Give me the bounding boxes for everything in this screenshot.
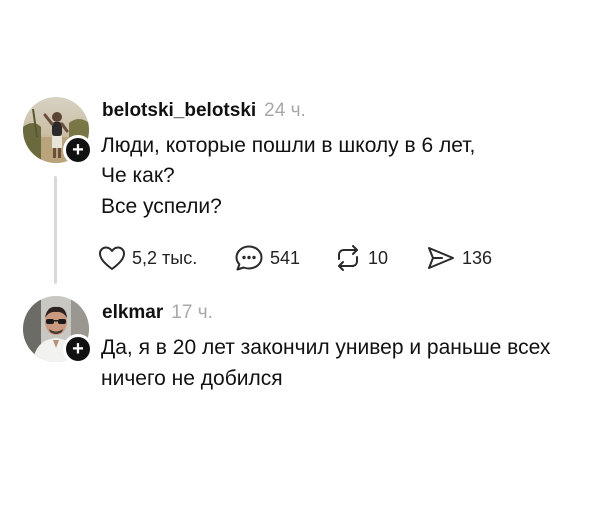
post-text-line: ничего не добился bbox=[101, 367, 283, 390]
post-text-line: Да, я в 20 лет закончил универ и раньше … bbox=[101, 336, 551, 359]
heart-icon bbox=[99, 246, 125, 270]
post: + belotski_belotski 24 ч. Люди, которые … bbox=[0, 0, 600, 290]
post-header: elkmar 17 ч. bbox=[102, 302, 213, 324]
send-icon bbox=[428, 247, 454, 269]
username[interactable]: belotski_belotski bbox=[102, 100, 256, 122]
timestamp: 17 ч. bbox=[171, 302, 213, 323]
post-actions-bar: 5,2 тыс. 541 10 136 bbox=[98, 240, 492, 276]
follow-plus-button[interactable]: + bbox=[63, 334, 93, 364]
thread-connector-line bbox=[54, 176, 57, 284]
comment-button[interactable]: 541 bbox=[234, 244, 334, 272]
share-button[interactable]: 136 bbox=[426, 245, 492, 271]
repost-count: 10 bbox=[368, 247, 389, 268]
avatar-container: + bbox=[23, 296, 93, 364]
avatar-container: + bbox=[23, 97, 93, 165]
comment-bubble-icon bbox=[235, 245, 263, 271]
follow-plus-button[interactable]: + bbox=[63, 135, 93, 165]
like-count: 5,2 тыс. bbox=[132, 247, 198, 268]
like-button[interactable]: 5,2 тыс. bbox=[98, 245, 234, 271]
share-count: 136 bbox=[462, 247, 493, 268]
timestamp: 24 ч. bbox=[264, 100, 306, 121]
comment-count: 541 bbox=[270, 247, 301, 268]
post: + elkmar 17 ч. Да, я в 20 лет закончил у… bbox=[0, 290, 600, 510]
post-text-line: Все успели? bbox=[101, 195, 222, 218]
username[interactable]: elkmar bbox=[102, 302, 163, 324]
repost-button[interactable]: 10 bbox=[334, 244, 426, 272]
post-header: belotski_belotski 24 ч. bbox=[102, 100, 306, 122]
repost-icon bbox=[338, 245, 358, 271]
post-text-line: Че как? bbox=[101, 164, 175, 187]
post-text-line: Люди, которые пошли в школу в 6 лет, bbox=[101, 134, 476, 157]
